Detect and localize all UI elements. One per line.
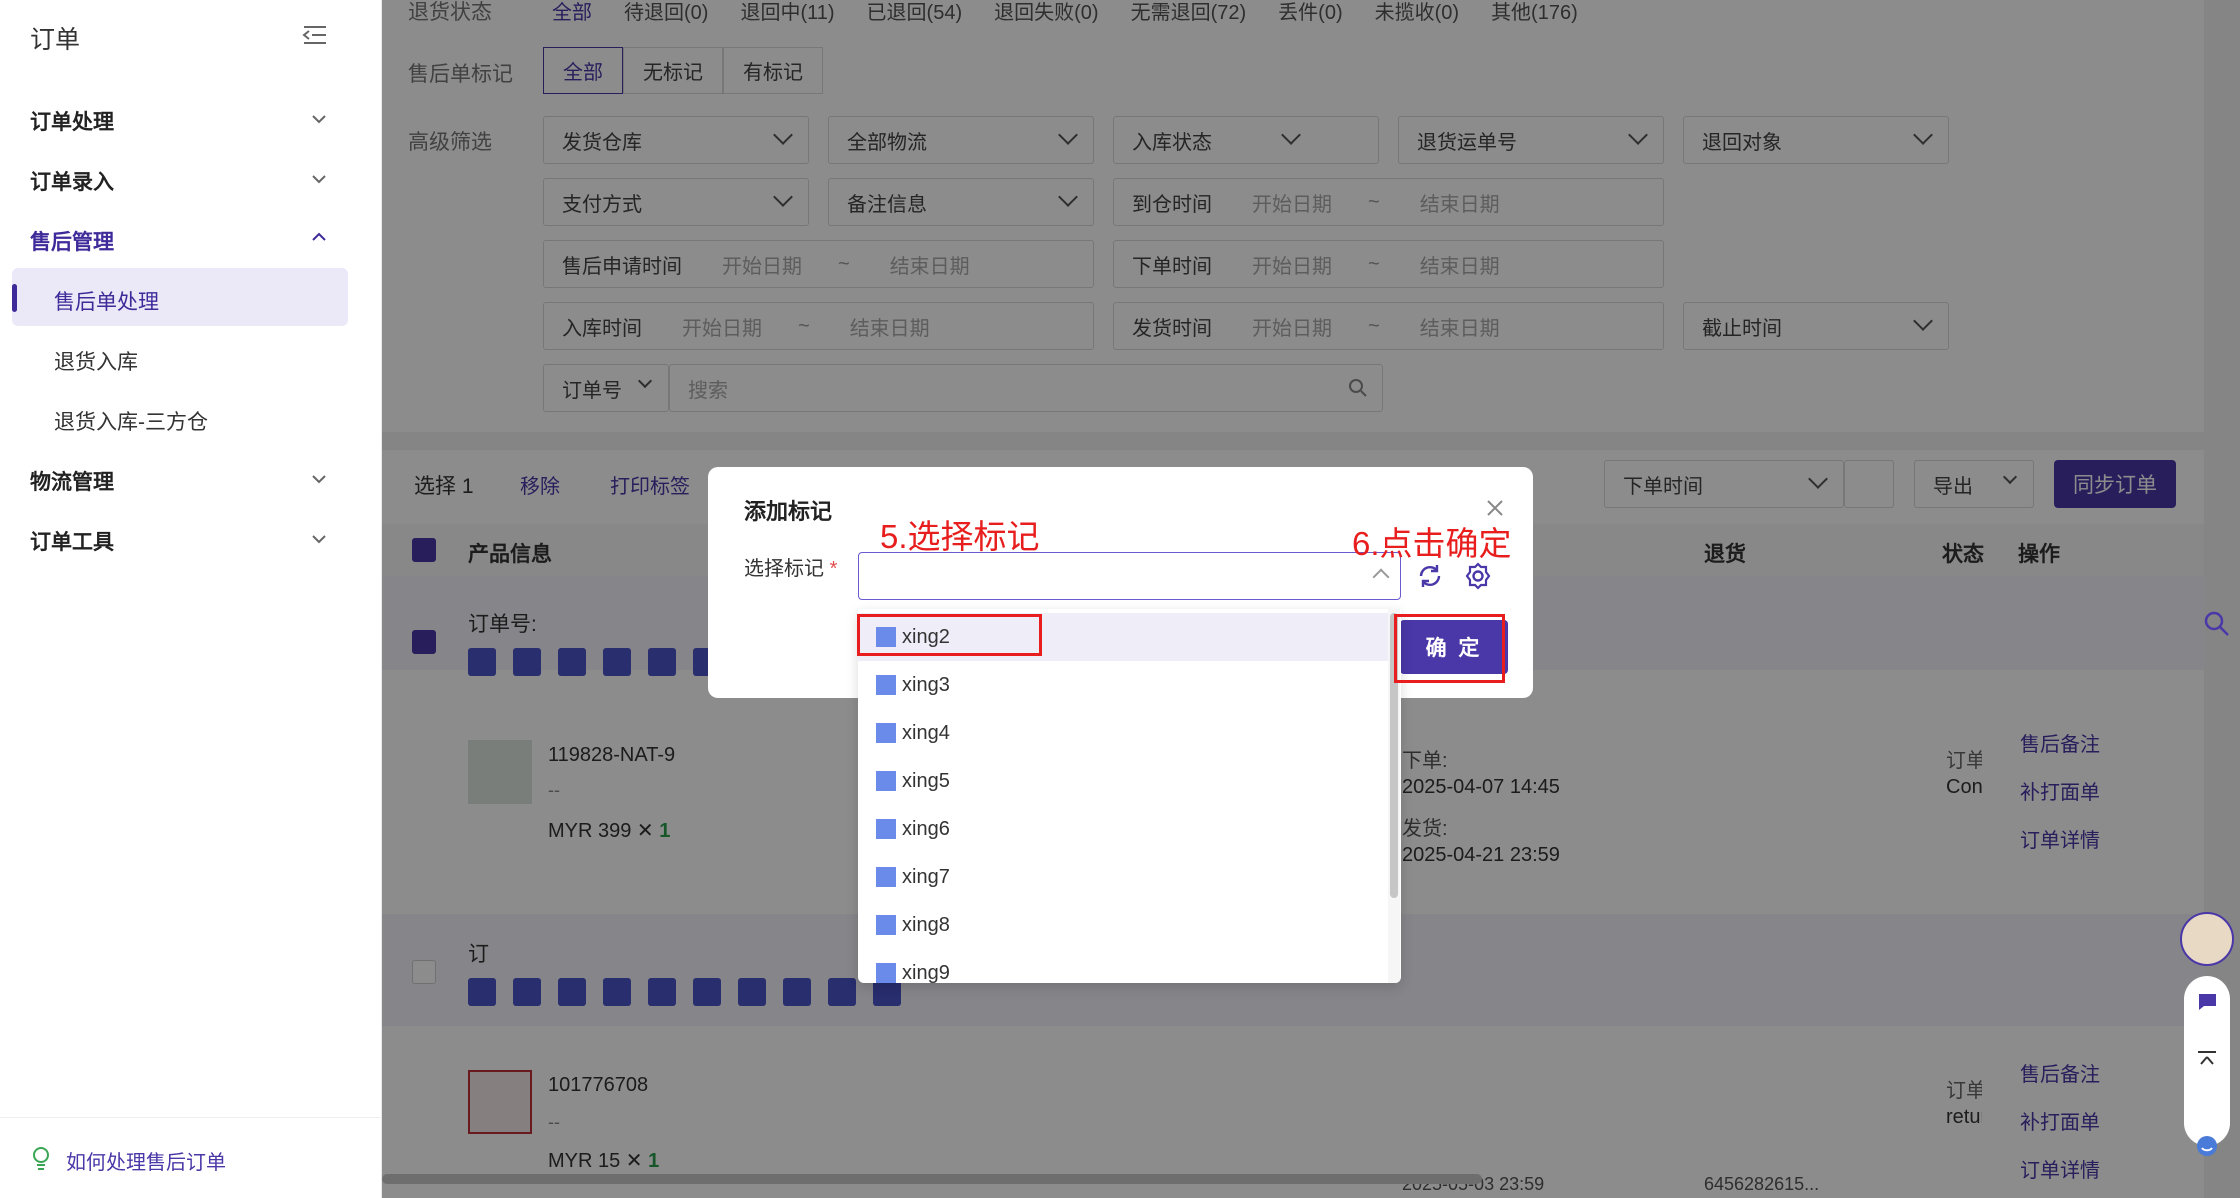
sidebar-group-logistics[interactable]: 物流管理 (30, 466, 114, 496)
refresh-icon[interactable] (1415, 561, 1445, 591)
mark-option[interactable]: xing8 (858, 901, 1388, 949)
mark-select[interactable] (858, 552, 1401, 600)
color-swatch-icon (876, 675, 896, 695)
sidebar-group-order-processing[interactable]: 订单处理 (30, 106, 114, 136)
close-icon[interactable] (1484, 497, 1506, 519)
color-swatch-icon (876, 819, 896, 839)
chevron-down-icon[interactable] (311, 531, 327, 547)
chevron-down-icon[interactable] (311, 171, 327, 187)
lightbulb-icon (33, 1147, 49, 1170)
option-label: xing8 (902, 913, 950, 936)
sidebar-item-return-3pl[interactable]: 退货入库-三方仓 (54, 406, 208, 436)
select-mark-label-text: 选择标记 (744, 558, 824, 580)
sidebar-group-order-tools[interactable]: 订单工具 (30, 526, 114, 556)
sidebar-active-indicator (12, 284, 17, 312)
color-swatch-icon (876, 723, 896, 743)
annotation-step6: 6.点击确定 (1352, 525, 1512, 562)
highlight-box-confirm (1394, 614, 1505, 683)
chevron-up-icon (1372, 568, 1390, 586)
mark-option[interactable]: xing6 (858, 805, 1388, 853)
avatar[interactable] (2180, 912, 2234, 966)
chevron-down-icon[interactable] (311, 111, 327, 127)
chevron-up-icon[interactable] (311, 229, 327, 245)
sidebar-item-return-inbound[interactable]: 退货入库 (54, 346, 138, 376)
mark-option[interactable]: xing7 (858, 853, 1388, 901)
back-to-top-icon[interactable] (2195, 1048, 2219, 1072)
mark-option[interactable]: xing9 (858, 949, 1388, 983)
select-mark-label: 选择标记 * (744, 552, 837, 581)
chat-icon[interactable] (2195, 990, 2219, 1014)
color-swatch-icon (876, 867, 896, 887)
divider (0, 1117, 382, 1118)
sidebar-title: 订单 (30, 26, 81, 54)
mark-option[interactable]: xing4 (858, 709, 1388, 757)
sidebar-group-after-sales[interactable]: 售后管理 (30, 226, 114, 256)
color-swatch-icon (876, 963, 896, 983)
option-label: xing3 (902, 673, 950, 696)
option-label: xing4 (902, 721, 950, 744)
chevron-down-icon[interactable] (311, 471, 327, 487)
modal-title: 添加标记 (744, 499, 833, 524)
help-link[interactable]: 如何处理售后订单 (66, 1146, 226, 1175)
option-label: xing6 (902, 817, 950, 840)
mark-option[interactable]: xing5 (858, 757, 1388, 805)
mark-dropdown: xing2 xing3 xing4 xing5 xing6 xing7 xing… (858, 609, 1401, 983)
sidebar-group-order-entry[interactable]: 订单录入 (30, 166, 114, 196)
required-mark: * (829, 558, 838, 580)
option-label: xing9 (902, 961, 950, 984)
smile-icon[interactable] (2195, 1134, 2219, 1158)
annotation-step5: 5.选择标记 (880, 518, 1040, 555)
collapse-menu-icon[interactable] (302, 24, 328, 46)
option-label: xing5 (902, 769, 950, 792)
color-swatch-icon (876, 771, 896, 791)
search-icon[interactable] (2203, 610, 2231, 638)
option-label: xing7 (902, 865, 950, 888)
highlight-box-option (857, 614, 1042, 656)
gear-icon[interactable] (1463, 561, 1493, 591)
mark-option[interactable]: xing3 (858, 661, 1388, 709)
color-swatch-icon (876, 915, 896, 935)
sidebar-item-after-sale-orders[interactable]: 售后单处理 (54, 286, 159, 316)
sidebar: 订单 订单处理 订单录入 售后管理 售后单处理 退货入库 退货入库-三方仓 物流… (0, 0, 382, 1198)
